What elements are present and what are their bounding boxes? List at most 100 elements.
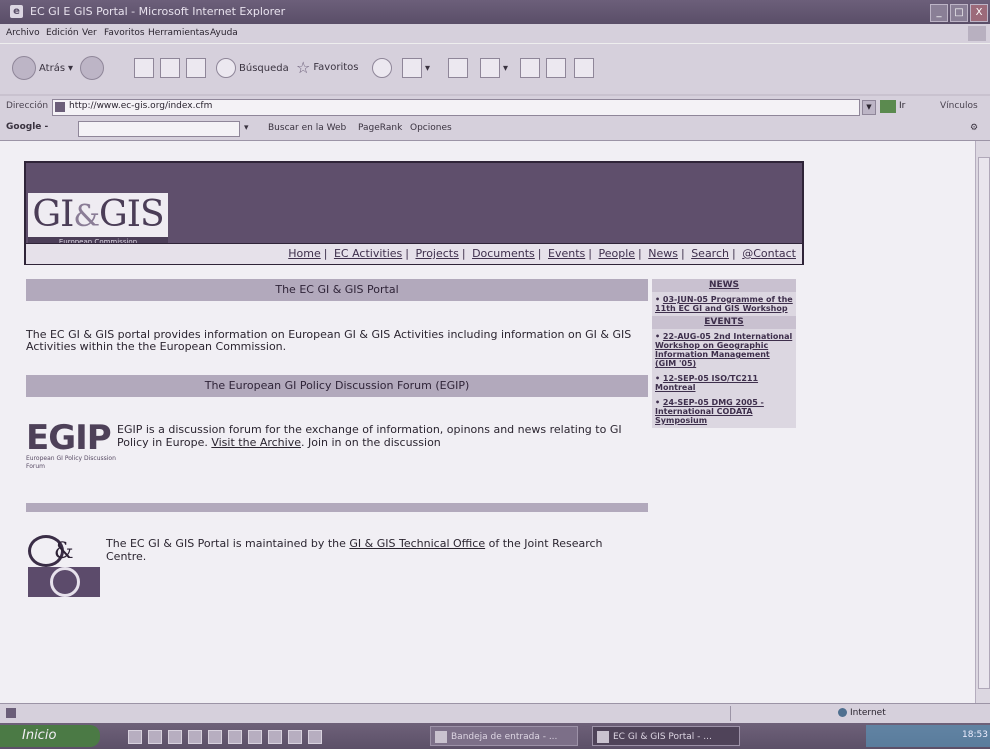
favorites-button[interactable]: ☆ Favoritos — [296, 58, 358, 77]
nav-news[interactable]: News — [648, 247, 678, 260]
discuss-button[interactable] — [520, 58, 540, 78]
star-icon: ☆ — [296, 58, 311, 77]
menu-favoritos[interactable]: Favoritos — [104, 28, 145, 38]
events-heading[interactable]: EVENTS — [652, 316, 796, 329]
forum-title-bar: The European GI Policy Discussion Forum … — [26, 375, 648, 397]
google-search-input[interactable] — [78, 121, 240, 137]
security-zone: Internet — [838, 708, 886, 718]
nav-events[interactable]: Events — [548, 247, 585, 260]
address-label: Dirección — [6, 101, 49, 111]
quicklaunch-app-icon[interactable] — [208, 730, 222, 744]
address-dropdown-button[interactable]: ▼ — [862, 100, 876, 115]
back-arrow-icon — [12, 56, 36, 80]
section-divider — [26, 503, 648, 512]
quicklaunch-app-icon[interactable] — [268, 730, 282, 744]
google-toolbar: Google - ▾ Buscar en la Web PageRank Opc… — [0, 118, 990, 141]
pagerank-indicator: PageRank — [358, 123, 403, 133]
nav-ec-activities[interactable]: EC Activities — [334, 247, 402, 260]
google-options-button[interactable]: Opciones — [410, 123, 452, 133]
messenger-button[interactable] — [574, 58, 594, 78]
visit-archive-link[interactable]: Visit the Archive — [211, 436, 301, 449]
menu-ayuda[interactable]: Ayuda — [210, 28, 238, 38]
menu-archivo[interactable]: Archivo — [6, 28, 40, 38]
egip-logo[interactable]: EGIP European GI Policy Discussion Forum — [26, 421, 116, 471]
messenger-icon — [574, 58, 594, 78]
menu-bar: Archivo Edición Ver Favoritos Herramient… — [0, 24, 990, 43]
gi-gis-technical-office-logo[interactable]: & — [28, 535, 100, 599]
news-events-sidebar: NEWS • 03-JUN-05 Programme of the 11th E… — [652, 279, 796, 428]
taskbar-item-inbox[interactable]: Bandeja de entrada - ... — [430, 726, 578, 746]
print-button[interactable] — [448, 58, 468, 78]
nav-contact[interactable]: @Contact — [742, 247, 796, 260]
minimize-button[interactable]: _ — [930, 4, 948, 22]
clock: 18:53 — [962, 730, 988, 740]
nav-home[interactable]: Home — [288, 247, 320, 260]
news-item: • 03-JUN-05 Programme of the 11th EC GI … — [655, 295, 793, 313]
home-icon — [186, 58, 206, 78]
quicklaunch-app-icon[interactable] — [188, 730, 202, 744]
discuss-icon — [520, 58, 540, 78]
forward-arrow-icon — [80, 56, 104, 80]
ie-icon: e — [10, 5, 23, 18]
go-arrow-icon[interactable] — [880, 100, 896, 113]
globe-icon — [838, 708, 847, 717]
quicklaunch-app-icon[interactable] — [148, 730, 162, 744]
portal-title-bar: The EC GI & GIS Portal — [26, 279, 648, 301]
google-search-dropdown[interactable]: ▾ — [244, 123, 249, 133]
technical-office-link[interactable]: GI & GIS Technical Office — [349, 537, 485, 550]
address-input[interactable]: http://www.ec-gis.org/index.cfm — [52, 99, 860, 116]
refresh-icon — [160, 58, 180, 78]
egip-description: EGIP is a discussion forum for the excha… — [117, 423, 622, 449]
back-button[interactable]: Atrás ▾ — [12, 56, 73, 80]
nav-documents[interactable]: Documents — [472, 247, 535, 260]
quicklaunch-app-icon[interactable] — [288, 730, 302, 744]
google-search-web-button[interactable]: Buscar en la Web — [268, 123, 346, 133]
edit-button[interactable]: ▾ — [480, 58, 508, 78]
links-label[interactable]: Vínculos — [940, 101, 978, 111]
nav-search[interactable]: Search — [691, 247, 729, 260]
menu-ver[interactable]: Ver — [82, 28, 97, 38]
quicklaunch-ie-icon[interactable] — [128, 730, 142, 744]
menu-herramientas[interactable]: Herramientas — [148, 28, 209, 38]
refresh-button[interactable] — [160, 58, 180, 78]
history-button[interactable] — [372, 58, 392, 78]
news-heading[interactable]: NEWS — [652, 279, 796, 292]
menu-edicion[interactable]: Edición — [46, 28, 79, 38]
page-status-icon — [6, 708, 16, 718]
search-icon — [216, 58, 236, 78]
home-button[interactable] — [186, 58, 206, 78]
stop-button[interactable] — [134, 58, 154, 78]
maximize-button[interactable]: □ — [950, 4, 968, 22]
mail-icon — [435, 731, 447, 743]
quicklaunch-app-icon[interactable] — [248, 730, 262, 744]
scrollbar-thumb[interactable] — [978, 157, 990, 689]
page-icon — [55, 102, 65, 112]
mail-icon — [402, 58, 422, 78]
go-button[interactable]: Ir — [899, 101, 905, 111]
google-logo[interactable]: Google - — [6, 122, 48, 132]
site-banner: GI&GIS European Commission Home | EC Acti… — [24, 161, 804, 265]
maintainer-text: The EC GI & GIS Portal is maintained by … — [106, 537, 603, 563]
nav-people[interactable]: People — [598, 247, 635, 260]
quicklaunch-app-icon[interactable] — [168, 730, 182, 744]
quicklaunch-app-icon[interactable] — [308, 730, 322, 744]
forward-button[interactable] — [80, 56, 104, 80]
stop-icon — [134, 58, 154, 78]
windows-taskbar: Inicio Bandeja de entrada - ... EC GI & … — [0, 723, 990, 749]
close-button[interactable]: X — [970, 4, 988, 22]
title-bar: e EC GI E GIS Portal - Microsoft Interne… — [0, 0, 990, 24]
search-button[interactable]: Búsqueda — [216, 58, 289, 78]
edit-icon — [480, 58, 500, 78]
nav-projects[interactable]: Projects — [415, 247, 458, 260]
portal-intro-text: The EC GI & GIS portal provides informat… — [26, 328, 632, 353]
vertical-scrollbar[interactable] — [975, 141, 990, 703]
start-button[interactable]: Inicio — [0, 725, 100, 747]
google-settings-icon[interactable]: ⚙ — [970, 123, 978, 133]
quicklaunch-app-icon[interactable] — [228, 730, 242, 744]
taskbar-item-portal[interactable]: EC GI & GIS Portal - ... — [592, 726, 740, 746]
mail-button[interactable]: ▾ — [402, 58, 430, 78]
gi-gis-logo[interactable]: GI&GIS — [28, 193, 168, 237]
research-button[interactable] — [546, 58, 566, 78]
event-item: • 12-SEP-05 ISO/TC211 Montreal — [655, 374, 759, 392]
print-icon — [448, 58, 468, 78]
